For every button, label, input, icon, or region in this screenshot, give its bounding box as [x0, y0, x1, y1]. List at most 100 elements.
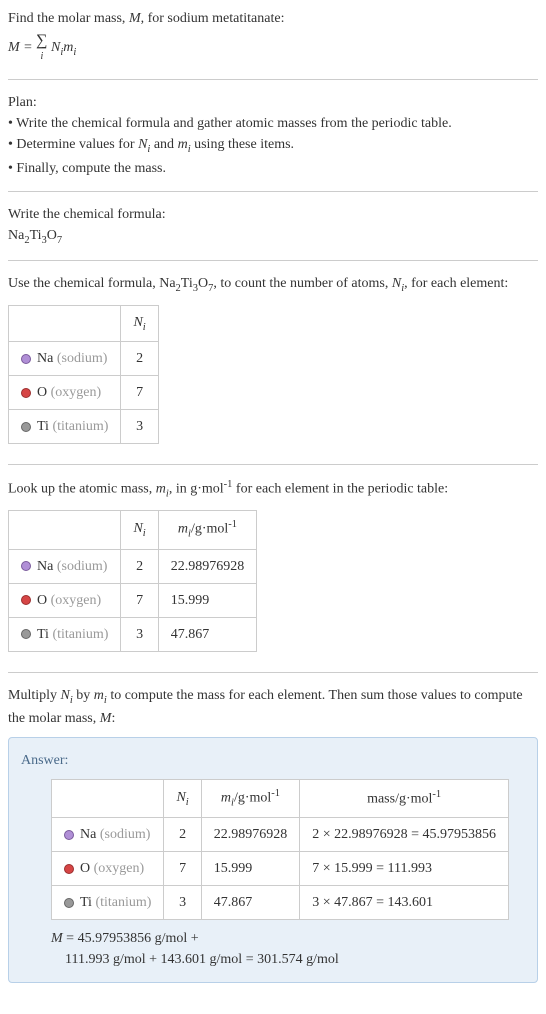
element-cell: O (oxygen) — [52, 852, 164, 886]
element-cell: Ti (titanium) — [9, 410, 121, 444]
result-a: = 45.97953856 g/mol + — [63, 931, 199, 946]
intro-text: Find the molar mass, M, for sodium metat… — [8, 8, 538, 29]
count-a: Use the chemical formula, — [8, 276, 159, 291]
molar-mass-formula: M = ∑i Nimi — [8, 33, 538, 63]
mult-b: by — [73, 688, 94, 703]
count-var-n: N — [392, 276, 401, 291]
result-lhs: M — [51, 931, 63, 946]
intro-section: Find the molar mass, M , for sodium metat… — [8, 8, 538, 80]
element-name: (oxygen) — [94, 861, 145, 876]
element-symbol: Ti — [80, 895, 92, 910]
table-header-row: Ni mi/g·mol-1 mass/g·mol-1 — [52, 780, 509, 818]
m-value: 22.98976928 — [201, 818, 300, 852]
mass-calc: 2 × 22.98976928 = 45.97953856 — [300, 818, 509, 852]
count-section: Use the chemical formula, Na 2 Ti 3 O 7 , to c… — [8, 273, 538, 465]
count-text: Use the chemical formula, Na2Ti3O7, to c… — [8, 273, 538, 297]
answer-table: Ni mi/g·mol-1 mass/g·mol-1 Na (sodium) 2… — [51, 779, 509, 920]
element-symbol: Ti — [37, 627, 49, 642]
header-blank — [9, 305, 121, 342]
header-mi: mi/g·mol-1 — [158, 511, 257, 549]
m-value: 15.999 — [201, 852, 300, 886]
table-header-row: Ni — [9, 305, 159, 342]
formula-m-sub: i — [73, 47, 76, 58]
element-symbol: Na — [37, 351, 53, 366]
element-name: (titanium) — [52, 419, 108, 434]
chemical-formula: Na2Ti3O7 — [8, 225, 538, 249]
chemical-formula-section: Write the chemical formula: Na2Ti3O7 — [8, 204, 538, 262]
m-value: 47.867 — [201, 886, 300, 920]
result-formula: M = 45.97953856 g/mol + 111.993 g/mol + … — [51, 928, 525, 970]
mass-b: , in g·mol — [169, 482, 224, 497]
mass-a: Look up the atomic mass, — [8, 482, 156, 497]
plan-bullet-3: • Finally, compute the mass. — [8, 158, 538, 179]
element-name: (titanium) — [52, 627, 108, 642]
dot-icon — [64, 830, 74, 840]
count-b: , to count the number of atoms, — [213, 276, 391, 291]
m-value: 47.867 — [158, 617, 257, 651]
plan-bullet-2: • Determine values for Ni and mi using t… — [8, 134, 538, 158]
n-value: 7 — [164, 852, 201, 886]
table-row: Na (sodium) 2 22.98976928 2 × 22.9897692… — [52, 818, 509, 852]
header-blank — [9, 511, 121, 549]
formula-lhs: M — [8, 40, 20, 55]
table-row: Na (sodium) 2 22.98976928 — [9, 549, 257, 583]
plan-title: Plan: — [8, 92, 538, 113]
formula-sum: ∑ — [36, 32, 47, 49]
chem-o-sub: 7 — [57, 234, 62, 245]
table-row: O (oxygen) 7 15.999 — [9, 583, 257, 617]
element-name: (oxygen) — [51, 593, 102, 608]
answer-box: Answer: Ni mi/g·mol-1 mass/g·mol-1 Na (s… — [8, 737, 538, 983]
dot-icon — [21, 422, 31, 432]
chem-ti: Ti — [30, 228, 42, 243]
result-b: 111.993 g/mol + 143.601 g/mol = 301.574 … — [65, 952, 339, 967]
intro-line1-end: , for sodium metatitanate: — [141, 11, 285, 26]
element-cell: Na (sodium) — [9, 342, 121, 376]
mass-table: Ni mi/g·mol-1 Na (sodium) 2 22.98976928 … — [8, 510, 257, 651]
formula-m: m — [63, 40, 73, 55]
element-symbol: Na — [37, 559, 53, 574]
chem-o: O — [47, 228, 57, 243]
plan-b2-m: m — [178, 137, 188, 152]
element-name: (sodium) — [57, 559, 108, 574]
formula-n: N — [51, 40, 60, 55]
plan-b2c: using these items. — [191, 137, 294, 152]
mass-var-m: m — [156, 482, 166, 497]
element-cell: O (oxygen) — [9, 583, 121, 617]
count-chem-ti: Ti — [181, 276, 193, 291]
element-name: (sodium) — [100, 827, 151, 842]
dot-icon — [21, 561, 31, 571]
n-value: 3 — [121, 410, 158, 444]
count-table: Ni Na (sodium) 2 O (oxygen) 7 Ti (titani… — [8, 305, 159, 445]
dot-icon — [21, 388, 31, 398]
element-cell: Ti (titanium) — [52, 886, 164, 920]
mass-text: Look up the atomic mass, mi, in g·mol-1 … — [8, 477, 538, 502]
mass-calc: 3 × 47.867 = 143.601 — [300, 886, 509, 920]
m-value: 22.98976928 — [158, 549, 257, 583]
intro-line1: Find the molar mass, — [8, 11, 129, 26]
element-cell: Na (sodium) — [52, 818, 164, 852]
element-cell: O (oxygen) — [9, 376, 121, 410]
element-symbol: O — [37, 385, 47, 400]
mult-m: m — [94, 688, 104, 703]
mass-calc: 7 × 15.999 = 111.993 — [300, 852, 509, 886]
table-row: Na (sodium) 2 — [9, 342, 159, 376]
n-value: 3 — [164, 886, 201, 920]
plan-bullet-1: • Write the chemical formula and gather … — [8, 113, 538, 134]
mult-n: N — [61, 688, 70, 703]
n-value: 2 — [164, 818, 201, 852]
n-value: 2 — [121, 342, 158, 376]
n-value: 3 — [121, 617, 158, 651]
element-cell: Na (sodium) — [9, 549, 121, 583]
element-cell: Ti (titanium) — [9, 617, 121, 651]
element-symbol: Ti — [37, 419, 49, 434]
m-value: 15.999 — [158, 583, 257, 617]
dot-icon — [21, 354, 31, 364]
n-value: 7 — [121, 376, 158, 410]
mass-section: Look up the atomic mass, mi, in g·mol-1 … — [8, 477, 538, 672]
element-symbol: O — [80, 861, 90, 876]
mass-c: for each element in the periodic table: — [232, 482, 448, 497]
header-mi: mi/g·mol-1 — [201, 780, 300, 818]
n-value: 2 — [121, 549, 158, 583]
n-value: 7 — [121, 583, 158, 617]
element-name: (sodium) — [57, 351, 108, 366]
